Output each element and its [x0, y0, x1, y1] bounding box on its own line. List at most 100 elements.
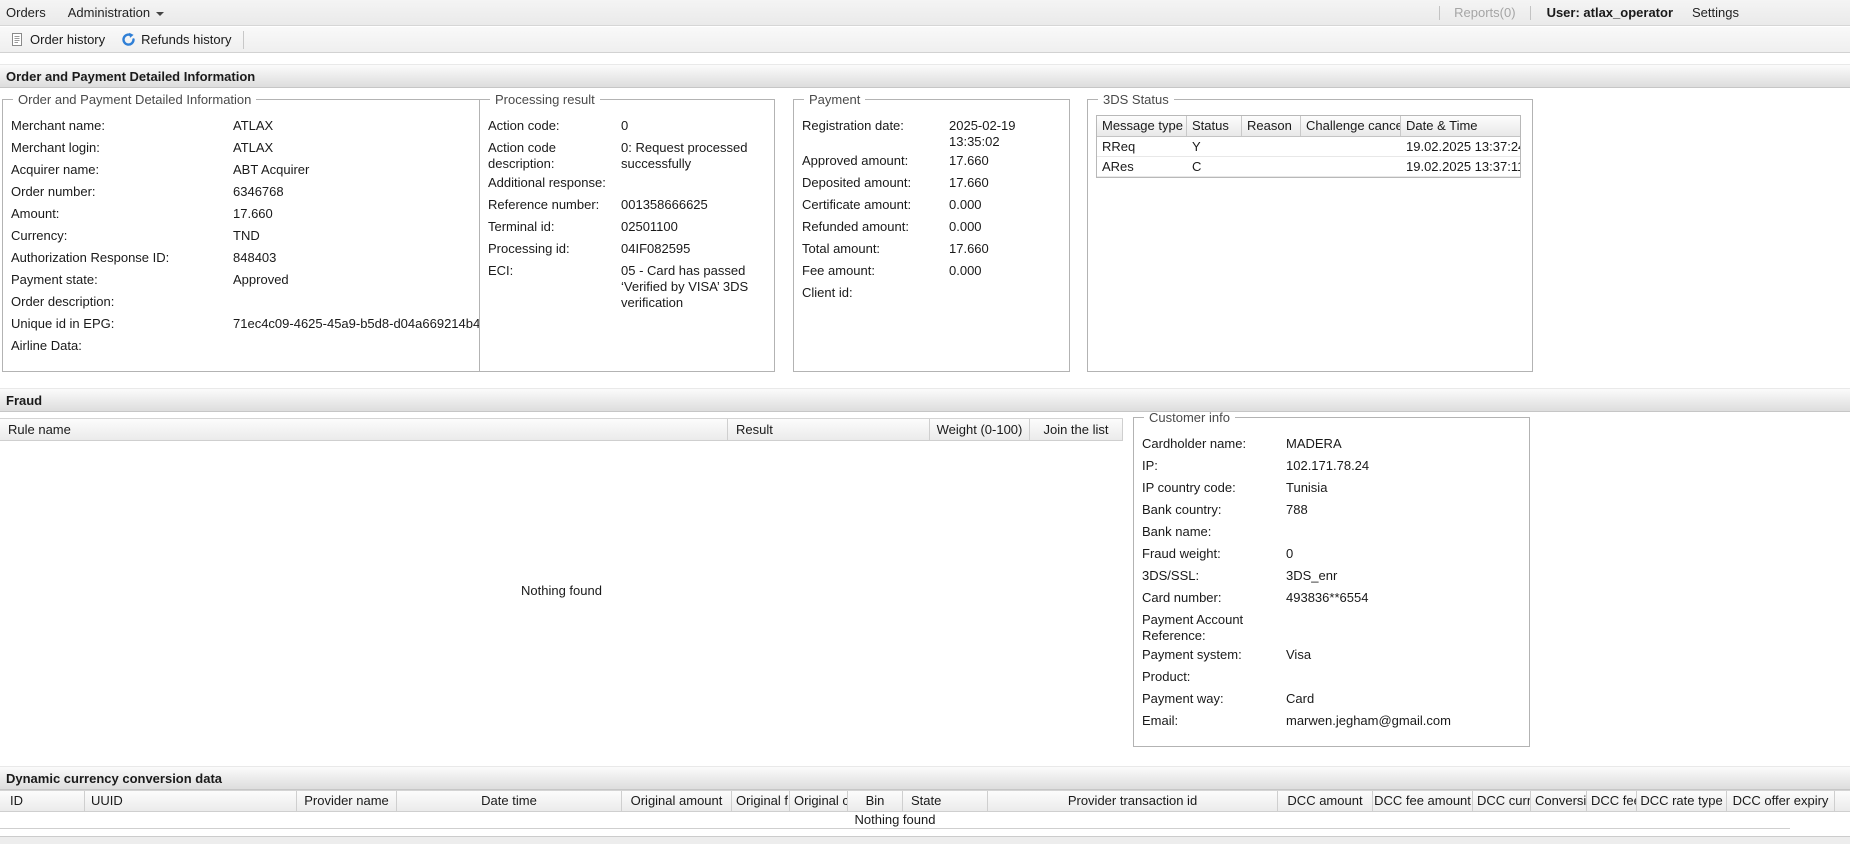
field-row: Email: marwen.jegham@gmail.com — [1142, 710, 1521, 732]
order-history-button[interactable]: Order history — [2, 28, 113, 52]
field-row: Acquirer name: ABT Acquirer — [11, 159, 480, 181]
column-header[interactable]: ID — [0, 791, 85, 811]
column-header[interactable]: DCC amount — [1278, 791, 1373, 811]
field-label: Authorization Response ID: — [11, 250, 170, 265]
column-header[interactable]: State — [903, 791, 988, 811]
column-header[interactable]: Message type — [1097, 116, 1187, 136]
refresh-arrow-icon — [121, 32, 136, 47]
order-details-legend: Order and Payment Detailed Information — [18, 92, 252, 107]
field-label: Client id: — [802, 285, 853, 300]
order-details-fields: Merchant name: ATLAX Merchant login: ATLAX A… — [11, 115, 480, 357]
table-row[interactable]: RReq Y 19.02.2025 13:37:24 — [1097, 137, 1520, 157]
column-header[interactable]: DCC fee — [1587, 791, 1637, 811]
refunds-history-label: Refunds history — [141, 32, 232, 47]
fraud-table: Rule name Result Weight (0-100) Join the li… — [0, 418, 1123, 748]
field-row: Payment system: Visa — [1142, 644, 1521, 666]
table-row[interactable]: ARes C 19.02.2025 13:37:11 — [1097, 157, 1520, 177]
column-header[interactable]: Provider transaction id — [988, 791, 1278, 811]
empty-state: Nothing found — [521, 583, 602, 598]
empty-state: Nothing found — [0, 812, 1790, 829]
field-row: Certificate amount: 0.000 — [802, 194, 1061, 216]
column-header[interactable]: Date & Time — [1401, 116, 1520, 136]
column-header[interactable]: Original f — [732, 791, 790, 811]
field-row: Additional response: — [488, 172, 766, 194]
column-header[interactable]: DCC offer expiry — [1727, 791, 1835, 811]
field-row: IP country code: Tunisia — [1142, 477, 1521, 499]
order-details-panel: Order and Payment Detailed Information M… — [2, 92, 490, 372]
field-row: Reference number: 001358666625 — [488, 194, 766, 216]
column-header[interactable]: DCC rate type — [1637, 791, 1727, 811]
field-label: Fee amount: — [802, 263, 875, 278]
column-header[interactable]: UUID — [85, 791, 297, 811]
section-header-dcc: Dynamic currency conversion data — [0, 766, 1850, 790]
horizontal-scrollbar[interactable] — [0, 836, 1850, 844]
field-row: Approved amount: 17.660 — [802, 150, 1061, 172]
section-header-fraud: Fraud — [0, 388, 1850, 412]
field-row: Merchant name: ATLAX — [11, 115, 480, 137]
field-value: 0.000 — [949, 197, 982, 212]
field-value: ATLAX — [233, 118, 274, 133]
menu-settings[interactable]: Settings — [1681, 5, 1750, 20]
field-row: Bank name: — [1142, 521, 1521, 543]
processing-result-fields: Action code: 0 Action code description: 0: … — [488, 115, 766, 311]
field-label: IP country code: — [1142, 480, 1236, 495]
field-value: ATLAX — [233, 140, 274, 155]
column-header[interactable]: Challenge cancel — [1301, 116, 1401, 136]
field-value: 71ec4c09-4625-45a9-b5d8-d04a669214b4 — [233, 316, 481, 331]
menu-orders[interactable]: Orders — [0, 5, 57, 20]
column-header[interactable]: Original c — [790, 791, 848, 811]
column-header[interactable]: Provider name — [297, 791, 397, 811]
field-row: Unique id in EPG: 71ec4c09-4625-45a9-b5d8… — [11, 313, 480, 335]
field-label: Payment state: — [11, 272, 98, 287]
field-row: Merchant login: ATLAX — [11, 137, 480, 159]
column-header[interactable]: DCC curr — [1473, 791, 1531, 811]
field-value: 05 - Card has passed ‘Verified by VISA’ … — [621, 263, 749, 310]
field-label: Bank country: — [1142, 502, 1222, 517]
field-value: Tunisia — [1286, 480, 1328, 495]
column-header[interactable]: Join the list — [1030, 419, 1123, 440]
field-value: 493836**6554 — [1286, 590, 1369, 605]
column-header[interactable]: Conversi — [1531, 791, 1587, 811]
column-header[interactable]: Weight (0-100) — [930, 419, 1030, 440]
payment-legend: Payment — [809, 92, 861, 107]
column-header[interactable]: Result — [728, 419, 930, 440]
field-label: Airline Data: — [11, 338, 82, 353]
field-value: 17.660 — [949, 153, 989, 168]
field-row: Airline Data: — [11, 335, 480, 357]
field-value: Approved — [233, 272, 289, 287]
field-label: Amount: — [11, 206, 60, 221]
user-label: User: atlax_operator — [1546, 5, 1674, 20]
column-header[interactable]: Status — [1187, 116, 1242, 136]
menu-administration[interactable]: Administration — [57, 5, 175, 20]
column-header[interactable]: Original amount — [622, 791, 732, 811]
column-header[interactable]: Rule name — [0, 419, 728, 440]
customer-info-fields: Cardholder name: MADERA IP: 102.171.78.24 IP… — [1142, 433, 1521, 732]
field-row: Authorization Response ID: 848403 — [11, 247, 480, 269]
field-row: Terminal id: 02501100 — [488, 216, 766, 238]
field-value: 17.660 — [949, 175, 989, 190]
refunds-history-button[interactable]: Refunds history — [113, 28, 239, 52]
menu-bar: Orders Administration Reports(0) User: a… — [0, 0, 1850, 26]
column-header[interactable]: Date time — [397, 791, 622, 811]
field-row: Fee amount: 0.000 — [802, 260, 1061, 282]
divider — [1529, 5, 1531, 20]
field-label: 3DS/SSL: — [1142, 568, 1200, 583]
field-value: marwen.jegham@gmail.com — [1286, 713, 1451, 728]
field-row: 3DS/SSL: 3DS_enr — [1142, 565, 1521, 587]
field-label: Cardholder name: — [1142, 436, 1247, 451]
field-value: ABT Acquirer — [233, 162, 310, 177]
field-label: IP: — [1142, 458, 1158, 473]
field-value: 0 — [621, 118, 629, 133]
processing-result-panel: Processing result Action code: 0 Action co… — [479, 92, 775, 372]
column-header[interactable]: DCC fee amount — [1373, 791, 1473, 811]
field-row: Cardholder name: MADERA — [1142, 433, 1521, 455]
field-row: Fraud weight: 0 — [1142, 543, 1521, 565]
field-value: Visa — [1286, 647, 1312, 662]
chevron-down-icon — [156, 11, 165, 16]
field-label: Reference number: — [488, 197, 600, 212]
column-header[interactable]: Bin — [848, 791, 903, 811]
table-cell: RReq — [1102, 139, 1136, 154]
threeds-status-legend: 3DS Status — [1103, 92, 1169, 107]
column-header[interactable]: Reason — [1242, 116, 1301, 136]
field-label: Bank name: — [1142, 524, 1212, 539]
